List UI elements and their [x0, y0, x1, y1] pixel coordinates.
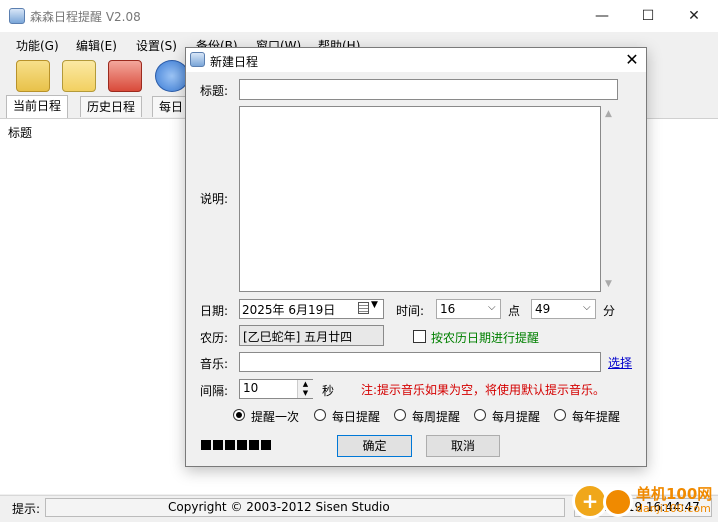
menu-edit[interactable]: 编辑(E) — [76, 37, 117, 54]
check-icon[interactable] — [155, 60, 189, 92]
interval-unit-label: 秒 — [322, 384, 335, 398]
tab-history[interactable]: 历史日程 — [80, 96, 143, 117]
watermark-text: 单机100网 — [636, 485, 713, 503]
lunar-reminder-checkbox[interactable] — [413, 330, 426, 343]
progress-block — [249, 440, 259, 450]
tab-current[interactable]: 当前日程 — [6, 95, 69, 118]
hour-unit-label: 点 — [508, 304, 521, 318]
app-icon — [9, 8, 25, 24]
watermark-dot-icon — [603, 487, 633, 517]
radio-weekly[interactable] — [394, 409, 406, 421]
radio-monthly-label[interactable]: 每月提醒 — [492, 408, 540, 425]
spinner-arrows-icon[interactable]: ▲ ▼ — [297, 380, 313, 398]
menu-settings[interactable]: 设置(S) — [136, 37, 177, 54]
radio-daily-label[interactable]: 每日提醒 — [332, 408, 380, 425]
menu-function[interactable]: 功能(G) — [16, 37, 59, 54]
title-input[interactable] — [239, 79, 618, 100]
radio-weekly-label[interactable]: 每周提醒 — [412, 408, 460, 425]
list-column-title[interactable]: 标题 — [8, 124, 32, 141]
hour-value: 16 — [440, 302, 456, 316]
edit-note-icon[interactable] — [62, 60, 96, 92]
copyright-text: Copyright © 2003-2012 Sisen Studio — [168, 500, 390, 514]
radio-monthly[interactable] — [474, 409, 486, 421]
ok-button[interactable]: 确定 — [337, 435, 412, 457]
time-label: 时间: — [396, 304, 425, 318]
chevron-down-icon[interactable]: ⌵ — [583, 302, 591, 313]
dialog-title: 新建日程 — [210, 55, 259, 69]
close-button[interactable]: ✕ — [671, 0, 717, 32]
music-browse-link[interactable]: 选择 — [608, 354, 632, 371]
window-title: 森森日程提醒 V2.08 — [30, 10, 141, 24]
description-textarea[interactable] — [239, 106, 601, 292]
scroll-up-icon[interactable]: ▲ — [605, 109, 612, 119]
music-label: 音乐: — [200, 357, 229, 371]
status-hint-label: 提示: — [12, 502, 41, 516]
progress-block — [261, 440, 271, 450]
maximize-button[interactable]: ☐ — [625, 0, 671, 32]
radio-yearly[interactable] — [554, 409, 566, 421]
cancel-button[interactable]: 取消 — [426, 435, 500, 457]
title-label: 标题: — [200, 84, 229, 98]
scroll-down-icon[interactable]: ▼ — [605, 279, 612, 289]
radio-yearly-label[interactable]: 每年提醒 — [572, 408, 620, 425]
dialog-close-button[interactable]: ✕ — [620, 48, 644, 72]
progress-block — [201, 440, 211, 450]
lunar-reminder-label[interactable]: 按农历日期进行提醒 — [431, 329, 539, 346]
dialog-app-icon — [190, 52, 205, 67]
date-label: 日期: — [200, 304, 229, 318]
description-scrollbar[interactable] — [601, 106, 617, 292]
date-value: 2025年 6月19日 — [242, 303, 336, 317]
delete-icon[interactable] — [108, 60, 142, 92]
progress-block — [213, 440, 223, 450]
description-label: 说明: — [200, 192, 229, 206]
calendar-icon[interactable] — [358, 302, 369, 314]
music-input[interactable] — [239, 352, 601, 372]
minimize-button[interactable]: — — [579, 0, 625, 32]
minute-unit-label: 分 — [603, 304, 616, 318]
date-dropdown-icon[interactable]: ▼ — [371, 300, 378, 310]
open-folder-icon[interactable] — [16, 60, 50, 92]
minute-value: 49 — [535, 302, 551, 316]
progress-block — [237, 440, 247, 450]
radio-once-label[interactable]: 提醒一次 — [251, 408, 299, 425]
lunar-label: 农历: — [200, 331, 229, 345]
music-note-text: 注:提示音乐如果为空，将使用默认提示音乐。 — [361, 383, 606, 397]
progress-block — [225, 440, 235, 450]
lunar-date-value: [乙巳蛇年] 五月廿四 — [243, 330, 353, 344]
progress-indicator — [201, 439, 273, 450]
interval-label: 间隔: — [200, 384, 229, 398]
radio-once[interactable] — [233, 409, 245, 421]
interval-value: 10 — [243, 381, 259, 395]
chevron-down-icon[interactable]: ⌵ — [488, 302, 496, 313]
radio-daily[interactable] — [314, 409, 326, 421]
watermark-url: danji100.com — [636, 502, 711, 515]
